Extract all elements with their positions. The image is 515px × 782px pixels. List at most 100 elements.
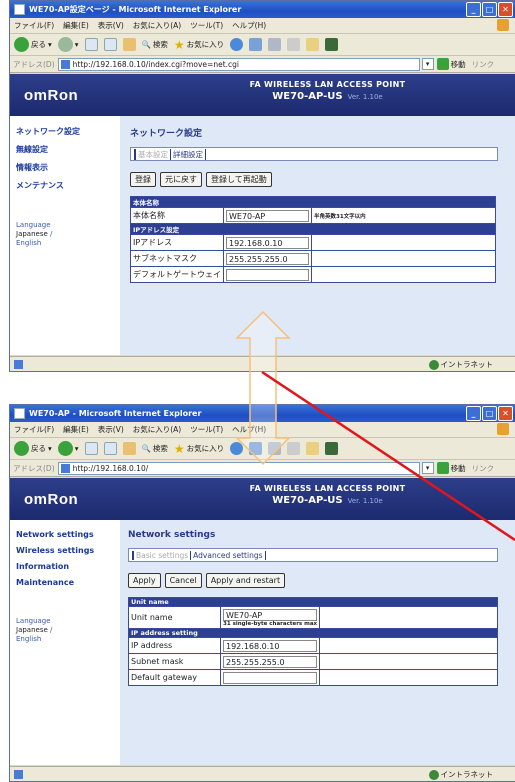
refresh-icon[interactable] [103,442,117,455]
stop-icon[interactable] [84,38,98,51]
toolbar: 戻る ▾ ▾ 🔍 検索 ★ お気に入り [10,438,515,460]
language-english[interactable]: English [16,635,120,644]
menu-view[interactable]: 表示(V) [98,424,124,435]
apply-restart-button[interactable]: Apply and restart [205,573,286,588]
address-input[interactable]: http://192.168.0.10/ [57,461,420,475]
messenger-icon[interactable] [325,38,339,51]
address-dropdown-icon[interactable]: ▾ [421,58,434,70]
title-bar: WE70-AP - Microsoft Internet Explorer _ … [10,405,515,422]
star-icon: ★ [173,37,185,52]
mail-icon[interactable] [249,442,263,455]
nav-information[interactable]: 情報表示 [16,162,120,173]
go-button[interactable]: 移動 [436,462,466,474]
tab-basic[interactable]: Basic settings [132,550,188,560]
omron-logo: omRon [24,490,79,508]
address-input[interactable]: http://192.168.0.10/index.cgi?move=net.c… [57,57,420,71]
search-button[interactable]: 🔍 検索 [142,443,168,454]
cancel-button[interactable]: Cancel [164,573,202,588]
menu-favorites[interactable]: お気に入り(A) [133,20,181,31]
back-button[interactable]: 戻る ▾ [14,441,52,456]
print-icon[interactable] [268,38,282,51]
ie-icon [14,4,25,15]
minimize-icon[interactable]: _ [466,406,481,421]
history-icon[interactable] [230,38,244,51]
mail-icon[interactable] [249,38,263,51]
messenger-icon[interactable] [325,442,339,455]
menu-help[interactable]: ヘルプ(H) [232,20,266,31]
page-content: omRon FA WIRELESS LAN ACCESS POINT WE70-… [10,74,515,355]
address-url: http://192.168.0.10/index.cgi?move=net.c… [72,59,239,69]
ip-address-input[interactable]: 192.168.0.10 [223,639,318,652]
nav-information[interactable]: Information [16,562,120,571]
refresh-icon[interactable] [103,38,117,51]
settings-tabs: Basic settings Advanced settings [128,548,498,562]
language-japanese[interactable]: Japanese [16,626,48,634]
edit-icon[interactable] [287,38,301,51]
nav-maintenance[interactable]: Maintenance [16,578,120,587]
go-arrow-icon [436,462,449,474]
discuss-icon[interactable] [306,38,320,51]
nav-network-settings[interactable]: ネットワーク設定 [16,126,120,137]
menu-bar: ファイル(F) 編集(E) 表示(V) お気に入り(A) ツール(T) ヘルプ(… [10,422,515,438]
home-icon[interactable] [122,442,136,455]
edit-icon[interactable] [287,442,301,455]
address-dropdown-icon[interactable]: ▾ [421,462,434,474]
tab-advanced[interactable]: 詳細設定 [170,148,206,160]
maximize-icon[interactable]: □ [482,2,497,17]
unit-name-input[interactable]: WE70-AP [226,209,309,222]
history-icon[interactable] [230,442,244,455]
nav-wireless-settings[interactable]: Wireless settings [16,546,120,555]
table-row: IPアドレス 192.168.0.10 [130,234,496,251]
nav-wireless-settings[interactable]: 無線設定 [16,144,120,155]
language-english[interactable]: English [16,239,120,248]
default-gateway-input[interactable] [223,671,318,684]
apply-restart-button[interactable]: 登録して再起動 [206,172,272,187]
maximize-icon[interactable]: □ [482,406,497,421]
product-model: WE70-AP-US [272,495,343,506]
subnet-mask-input[interactable]: 255.255.255.0 [223,655,318,668]
menu-tools[interactable]: ツール(T) [190,20,223,31]
menu-tools[interactable]: ツール(T) [190,424,223,435]
forward-button[interactable]: ▾ [57,37,79,52]
menu-file[interactable]: ファイル(F) [14,20,54,31]
minimize-icon[interactable]: _ [466,2,481,17]
menu-view[interactable]: 表示(V) [98,20,124,31]
back-arrow-icon [14,441,29,456]
discuss-icon[interactable] [306,442,320,455]
favorites-button[interactable]: ★ お気に入り [174,38,224,52]
tab-advanced[interactable]: Advanced settings [190,550,266,560]
menu-favorites[interactable]: お気に入り(A) [133,424,181,435]
unit-name-input[interactable]: WE70-AP [223,608,318,621]
table-row: Subnet mask 255.255.255.0 [128,653,498,670]
menu-file[interactable]: ファイル(F) [14,424,54,435]
forward-button[interactable]: ▾ [57,441,79,456]
print-icon[interactable] [268,442,282,455]
favorites-button[interactable]: ★ お気に入り [174,442,224,456]
back-button[interactable]: 戻る ▾ [14,37,52,52]
home-icon[interactable] [122,38,136,51]
search-button[interactable]: 🔍 検索 [142,39,168,50]
product-version: Ver. 1.10e [347,497,383,505]
stop-icon[interactable] [84,442,98,455]
section-ip: IPアドレス設定 [130,223,496,235]
default-gateway-input[interactable] [226,268,309,281]
apply-button[interactable]: 登録 [130,172,156,187]
cancel-button[interactable]: 元に戻す [160,172,202,187]
nav-maintenance[interactable]: メンテナンス [16,180,120,191]
close-icon[interactable]: ✕ [498,406,513,421]
menu-edit[interactable]: 編集(E) [63,20,89,31]
nav-network-settings[interactable]: Network settings [16,530,120,539]
links-label[interactable]: リンク [472,59,495,70]
go-button[interactable]: 移動 [436,58,466,70]
links-label[interactable]: リンク [472,463,495,474]
go-arrow-icon [436,58,449,70]
ip-address-input[interactable]: 192.168.0.10 [226,236,309,249]
apply-button[interactable]: Apply [128,573,161,588]
close-icon[interactable]: ✕ [498,2,513,17]
menu-help[interactable]: ヘルプ(H) [232,424,266,435]
back-arrow-icon [14,37,29,52]
tab-basic[interactable]: 基本設定 [134,148,168,160]
menu-edit[interactable]: 編集(E) [63,424,89,435]
language-japanese[interactable]: Japanese [16,230,48,238]
subnet-mask-input[interactable]: 255.255.255.0 [226,252,309,265]
